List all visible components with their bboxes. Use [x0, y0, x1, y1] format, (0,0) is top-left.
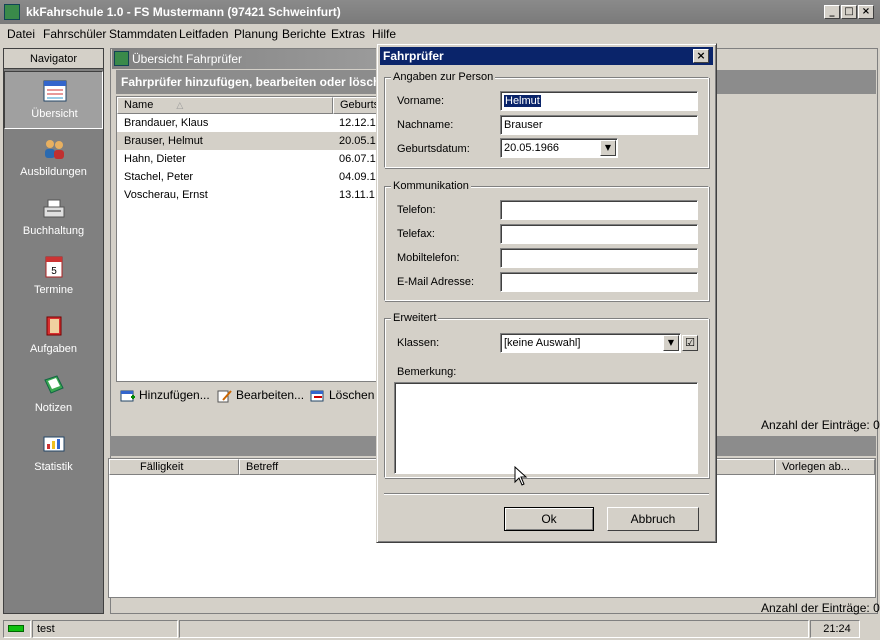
group-person-legend: Angaben zur Person — [391, 71, 496, 83]
minimize-button[interactable]: _ — [824, 5, 840, 19]
examiner-list[interactable]: Name △ Geburtsd Brandauer, Klaus12.12.1 … — [116, 96, 378, 382]
nav-label: Buchhaltung — [22, 225, 85, 237]
nav-item-termine[interactable]: 5 Termine — [4, 248, 103, 306]
checkmark-icon: ☑ — [685, 336, 695, 349]
telefax-field[interactable] — [500, 224, 698, 244]
klassen-label: Klassen: — [397, 337, 440, 349]
nav-label: Termine — [33, 284, 74, 296]
klassen-select[interactable]: [keine Auswahl] ▼ — [500, 333, 681, 353]
dialog-title: Fahrprüfer — [380, 47, 713, 65]
date-dropdown-button[interactable]: ▼ — [600, 140, 616, 156]
mobiltelefon-field[interactable] — [500, 248, 698, 268]
navigator-header: Navigator — [4, 49, 103, 69]
chevron-down-icon: ▼ — [667, 338, 675, 347]
nav-label: Übersicht — [31, 108, 78, 120]
telefon-field[interactable] — [500, 200, 698, 220]
delete-button[interactable]: Löschen — [310, 388, 374, 403]
window-title: kkFahrschule 1.0 - FS Mustermann (97421 … — [26, 5, 341, 19]
table-row[interactable]: Hahn, Dieter 06.07.1 — [117, 150, 377, 168]
column-header-due[interactable]: Fälligkeit — [109, 459, 239, 475]
nachname-label: Nachname: — [397, 119, 454, 131]
table-row[interactable]: Voscherau, Ernst 13.11.1 — [117, 186, 377, 204]
calendar-icon: 5 — [45, 256, 63, 278]
column-header-date[interactable]: Geburtsd — [333, 97, 377, 114]
status-time: 21:24 — [810, 620, 860, 638]
klassen-check-button[interactable]: ☑ — [682, 335, 698, 351]
mobiltelefon-label: Mobiltelefon: — [397, 252, 460, 264]
nachname-field[interactable]: Brauser — [500, 115, 698, 135]
status-message — [179, 620, 809, 638]
separator — [384, 493, 709, 495]
nav-item-ausbildungen[interactable]: Ausbildungen — [4, 130, 103, 188]
table-row[interactable]: Brandauer, Klaus 12.12.1 — [117, 114, 377, 132]
nav-item-statistik[interactable]: Statistik — [4, 425, 103, 483]
vorname-label: Vorname: — [397, 95, 445, 107]
menu-extras[interactable]: Extras — [331, 27, 365, 41]
geburtsdatum-field[interactable]: 20.05.1966 ▼ — [500, 138, 618, 158]
group-kommunikation-legend: Kommunikation — [391, 180, 471, 192]
book-icon — [46, 316, 62, 336]
email-label: E-Mail Adresse: — [397, 276, 475, 288]
email-field[interactable] — [500, 272, 698, 292]
menu-leitfaden[interactable]: Leitfaden — [179, 27, 228, 41]
nav-item-uebersicht[interactable]: Übersicht — [4, 71, 103, 129]
app-icon — [4, 4, 20, 20]
maximize-button[interactable]: □ — [841, 5, 857, 19]
menu-datei[interactable]: Datei — [7, 27, 35, 41]
examiner-dialog: Fahrprüfer × Angaben zur Person Vorname:… — [376, 43, 717, 543]
nav-label: Ausbildungen — [20, 166, 87, 178]
cancel-button[interactable]: Abbruch — [607, 507, 699, 531]
close-button[interactable]: × — [858, 5, 874, 19]
nav-label: Notizen — [34, 402, 73, 414]
entry-count-lower: Anzahl der Einträge: 0 — [761, 601, 880, 615]
panel-icon — [114, 51, 129, 66]
people-icon — [45, 140, 64, 159]
menu-berichte[interactable]: Berichte — [282, 27, 326, 41]
nav-item-notizen[interactable]: Notizen — [4, 366, 103, 424]
ok-button[interactable]: Ok — [504, 507, 594, 531]
navigator-panel: Navigator Übersicht Ausbildungen Buchhal… — [3, 48, 104, 614]
edit-button[interactable]: Bearbeiten... — [217, 388, 304, 403]
geburtsdatum-label: Geburtsdatum: — [397, 143, 470, 155]
group-erweitert-legend: Erweitert — [391, 312, 439, 324]
vorname-field[interactable]: Helmut — [500, 91, 698, 111]
add-icon — [120, 390, 135, 402]
delete-icon — [310, 390, 324, 402]
dialog-close-button[interactable]: × — [693, 49, 709, 63]
status-user: test — [32, 620, 178, 638]
menu-stammdaten[interactable]: Stammdaten — [109, 27, 177, 41]
table-row[interactable]: Brauser, Helmut 20.05.1 — [117, 132, 377, 150]
telefax-label: Telefax: — [397, 228, 435, 240]
column-header-name[interactable]: Name △ — [117, 97, 333, 114]
chevron-down-icon: ▼ — [604, 143, 612, 152]
add-button[interactable]: Hinzufügen... — [120, 388, 210, 403]
table-row[interactable]: Stachel, Peter 04.09.1 — [117, 168, 377, 186]
column-header-present[interactable]: Vorlegen ab... — [775, 459, 875, 475]
statusbar: test 21:24 — [0, 618, 880, 640]
nav-label: Aufgaben — [29, 343, 78, 355]
mouse-cursor-icon — [514, 466, 528, 486]
menubar: Datei Fahrschüler Stammdaten Leitfaden P… — [0, 24, 880, 44]
edit-icon — [217, 390, 232, 403]
bemerkung-label: Bemerkung: — [397, 366, 457, 378]
notepad-icon — [44, 375, 64, 394]
svg-text:5: 5 — [51, 266, 57, 277]
telefon-label: Telefon: — [397, 204, 436, 216]
entry-count-upper: Anzahl der Einträge: 0 — [761, 418, 880, 432]
chart-icon — [43, 436, 65, 452]
status-indicator — [3, 620, 31, 638]
nav-item-buchhaltung[interactable]: Buchhaltung — [4, 189, 103, 247]
menu-hilfe[interactable]: Hilfe — [372, 27, 396, 41]
bemerkung-textarea[interactable] — [394, 382, 698, 474]
cash-register-icon — [43, 199, 65, 218]
klassen-dropdown-button[interactable]: ▼ — [663, 335, 679, 351]
menu-fahrschueler[interactable]: Fahrschüler — [43, 27, 106, 41]
sort-ascending-icon: △ — [176, 101, 184, 111]
menu-planung[interactable]: Planung — [234, 27, 278, 41]
nav-label: Statistik — [34, 461, 73, 473]
overview-icon — [43, 80, 67, 102]
nav-item-aufgaben[interactable]: Aufgaben — [4, 307, 103, 365]
